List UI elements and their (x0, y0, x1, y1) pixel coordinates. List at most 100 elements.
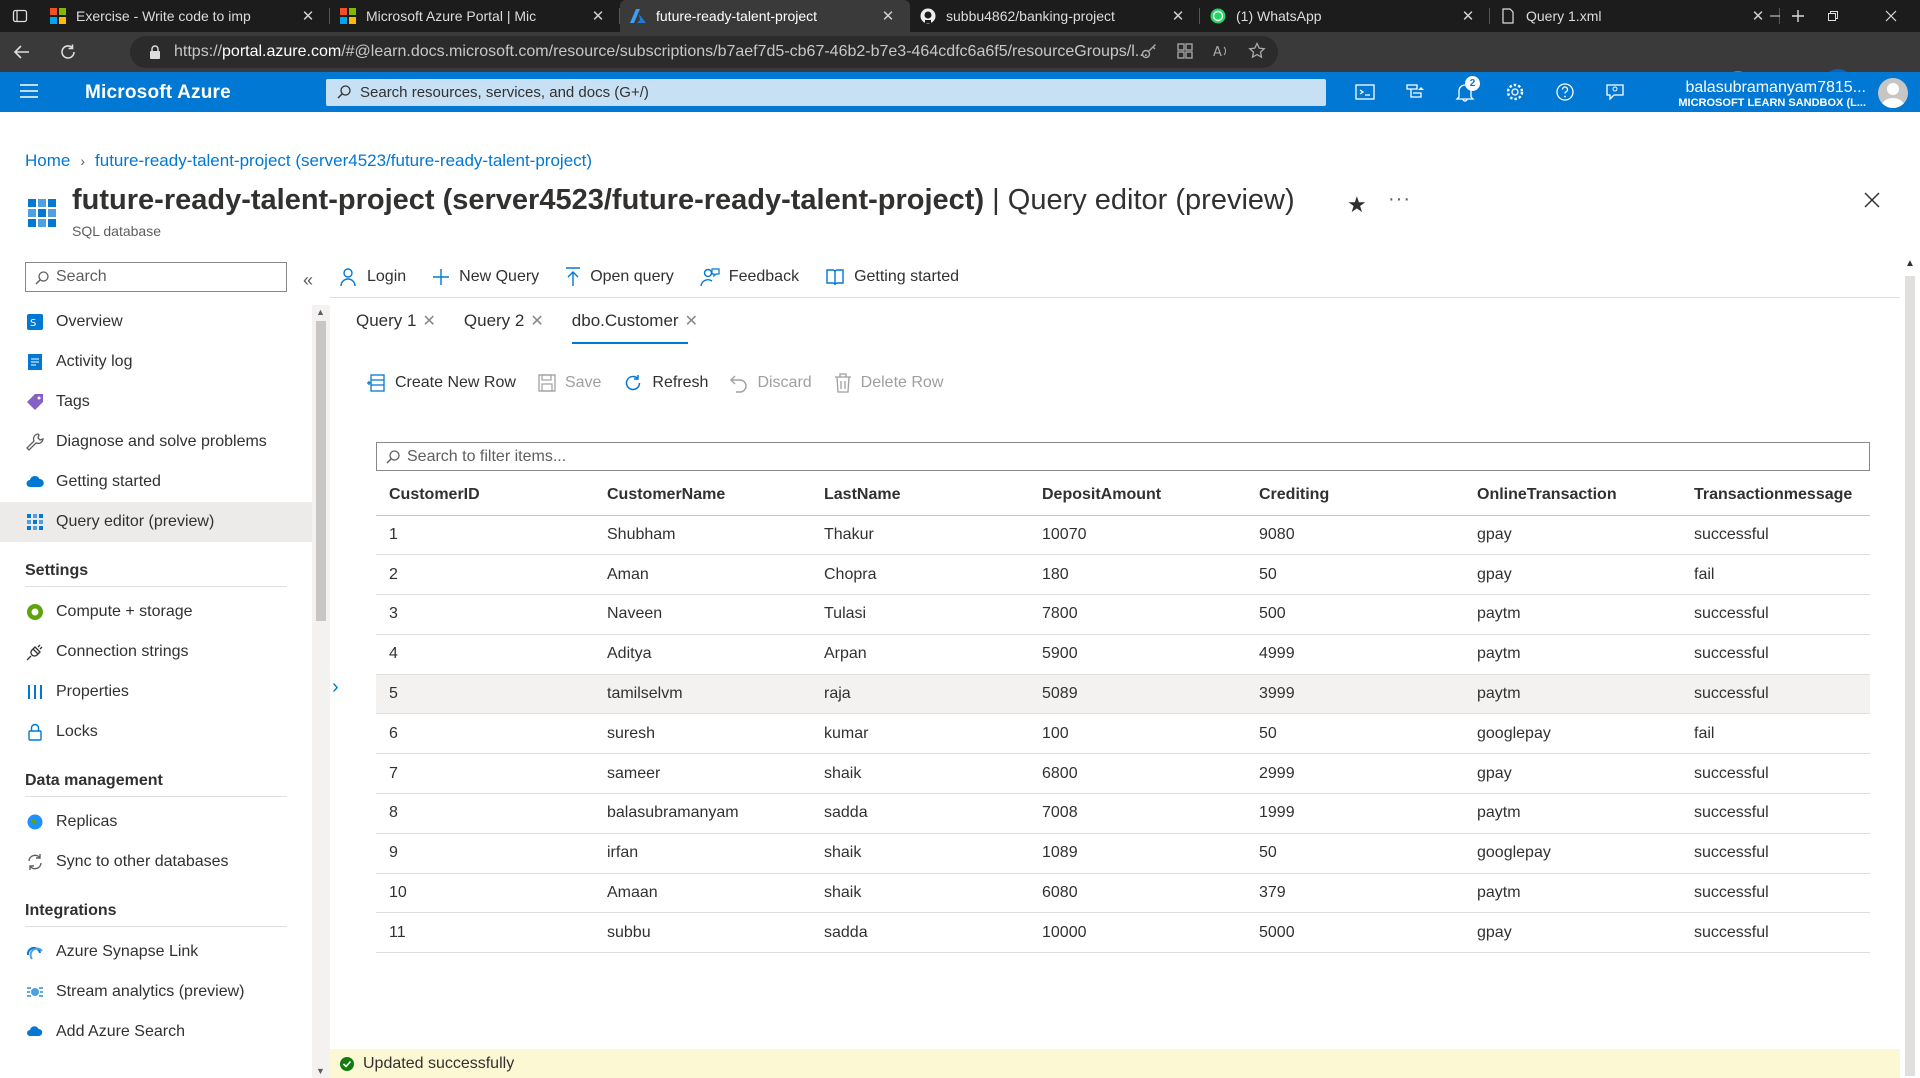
table-cell[interactable]: 5000 (1246, 912, 1464, 954)
table-cell[interactable]: 2999 (1246, 753, 1464, 795)
breadcrumb-home[interactable]: Home (25, 151, 70, 171)
close-tab-icon[interactable]: ✕ (878, 7, 898, 25)
close-tab-icon[interactable]: ✕ (422, 311, 435, 331)
table-cell[interactable]: successful (1681, 634, 1870, 675)
table-cell[interactable]: 7800 (1029, 594, 1246, 635)
table-cell[interactable]: 50 (1246, 713, 1464, 755)
table-cell[interactable]: sadda (811, 793, 1029, 834)
account-info[interactable]: balasubramanyam7815... MICROSOFT LEARN S… (1670, 79, 1866, 110)
table-cell[interactable]: Aditya (594, 634, 811, 675)
scroll-thumb[interactable] (316, 321, 326, 621)
table-cell[interactable]: 11 (376, 912, 594, 954)
close-tab-icon[interactable]: ✕ (588, 7, 608, 25)
table-cell[interactable]: 10 (376, 873, 594, 914)
table-cell[interactable]: shaik (811, 753, 1029, 795)
browser-tab[interactable]: future-ready-talent-project ✕ (620, 0, 910, 32)
table-row[interactable]: 2 Aman Chopra 180 50 gpay fail (376, 554, 1870, 596)
table-cell[interactable]: tamilselvm (594, 674, 811, 715)
read-aloud-icon[interactable]: A (1212, 42, 1230, 60)
sidebar-item-replicas[interactable]: Replicas (0, 802, 312, 842)
table-cell[interactable]: shaik (811, 833, 1029, 874)
breadcrumb-resource[interactable]: future-ready-talent-project (server4523/… (95, 151, 592, 171)
table-cell[interactable]: successful (1681, 753, 1870, 795)
close-tab-icon[interactable]: ✕ (685, 311, 698, 331)
tab-query-1[interactable]: Query 1 ✕ (356, 311, 436, 347)
browser-tab[interactable]: Query 1.xml ✕ (1490, 0, 1780, 32)
table-cell[interactable]: gpay (1464, 554, 1681, 596)
table-cell[interactable]: successful (1681, 674, 1870, 715)
settings-gear-icon[interactable] (1490, 72, 1540, 112)
global-search-input[interactable]: Search resources, services, and docs (G+… (326, 79, 1326, 106)
table-cell[interactable]: gpay (1464, 753, 1681, 795)
table-cell[interactable]: 9080 (1246, 515, 1464, 556)
sidebar-item-connection-strings[interactable]: Connection strings (0, 632, 312, 672)
notifications-icon[interactable]: 2 (1440, 72, 1490, 112)
table-cell[interactable]: 1 (376, 515, 594, 556)
table-cell[interactable]: 1999 (1246, 793, 1464, 834)
table-cell[interactable]: 8 (376, 793, 594, 834)
sidebar-item-locks[interactable]: Locks (0, 712, 312, 752)
table-cell[interactable]: Aman (594, 554, 811, 596)
table-cell[interactable]: googlepay (1464, 833, 1681, 874)
restore-button[interactable] (1804, 0, 1862, 32)
table-cell[interactable]: 2 (376, 554, 594, 596)
expand-object-explorer-icon[interactable]: › (332, 676, 339, 699)
collapse-menu-icon[interactable]: « (303, 270, 313, 291)
refresh-page-button[interactable] (46, 32, 90, 72)
table-cell[interactable]: 7008 (1029, 793, 1246, 834)
table-row[interactable]: 7 sameer shaik 6800 2999 gpay successful (376, 753, 1870, 795)
table-cell[interactable]: suresh (594, 713, 811, 755)
directory-filter-icon[interactable] (1390, 72, 1440, 112)
sidebar-item-getting-started[interactable]: Getting started (0, 462, 312, 502)
sidebar-item-overview[interactable]: S Overview (0, 302, 312, 342)
table-cell[interactable]: Thakur (811, 515, 1029, 556)
column-header[interactable]: OnlineTransaction (1464, 475, 1681, 516)
table-cell[interactable]: paytm (1464, 634, 1681, 675)
sidebar-item-diagnose-and-solve-problems[interactable]: Diagnose and solve problems (0, 422, 312, 462)
table-cell[interactable]: 4 (376, 634, 594, 675)
back-button[interactable] (0, 32, 44, 72)
scroll-up-icon[interactable]: ▲ (1905, 258, 1915, 269)
table-row[interactable]: 4 Aditya Arpan 5900 4999 paytm successful (376, 634, 1870, 675)
table-cell[interactable]: Chopra (811, 554, 1029, 596)
table-cell[interactable]: 50 (1246, 833, 1464, 874)
table-cell[interactable]: fail (1681, 554, 1870, 596)
table-cell[interactable]: 5900 (1029, 634, 1246, 675)
table-cell[interactable]: 10070 (1029, 515, 1246, 556)
tab-query-2[interactable]: Query 2 ✕ (464, 311, 544, 347)
column-header[interactable]: Crediting (1246, 475, 1464, 516)
scroll-track[interactable] (1905, 276, 1915, 1076)
column-header[interactable]: CustomerID (376, 475, 594, 516)
sidebar-item-activity-log[interactable]: Activity log (0, 342, 312, 382)
sidebar-item-sync-to-other-databases[interactable]: Sync to other databases (0, 842, 312, 882)
browser-tab[interactable]: subbu4862/banking-project ✕ (910, 0, 1200, 32)
favorite-add-icon[interactable] (1248, 42, 1266, 60)
table-cell[interactable]: paytm (1464, 674, 1681, 715)
table-cell[interactable]: 7 (376, 753, 594, 795)
table-cell[interactable]: paytm (1464, 793, 1681, 834)
feedback-icon[interactable] (1590, 72, 1640, 112)
avatar[interactable] (1878, 78, 1908, 108)
discard-button[interactable]: Discard (730, 373, 812, 393)
table-cell[interactable]: Amaan (594, 873, 811, 914)
table-cell[interactable]: 379 (1246, 873, 1464, 914)
create-new-row-button[interactable]: Create New Row (366, 373, 516, 393)
sidebar-item-properties[interactable]: Properties (0, 672, 312, 712)
minimize-button[interactable] (1746, 0, 1804, 32)
column-header[interactable]: Transactionmessage (1681, 475, 1870, 516)
menu-scrollbar[interactable]: ▲ ▼ (312, 305, 330, 1078)
sidebar-item-compute-storage[interactable]: Compute + storage (0, 592, 312, 632)
table-cell[interactable]: fail (1681, 713, 1870, 755)
table-cell[interactable]: 6800 (1029, 753, 1246, 795)
table-row[interactable]: 10 Amaan shaik 6080 379 paytm successful (376, 873, 1870, 914)
table-cell[interactable]: Arpan (811, 634, 1029, 675)
sidebar-item-stream-analytics-preview[interactable]: Stream analytics (preview) (0, 972, 312, 1012)
table-cell[interactable]: 5 (376, 674, 594, 715)
table-row[interactable]: 8 balasubramanyam sadda 7008 1999 paytm succes… (376, 793, 1870, 834)
table-cell[interactable]: 6 (376, 713, 594, 755)
column-header[interactable]: LastName (811, 475, 1029, 516)
table-cell[interactable]: shaik (811, 873, 1029, 914)
browser-tab[interactable]: Microsoft Azure Portal | Mic ✕ (330, 0, 620, 32)
table-cell[interactable]: 5089 (1029, 674, 1246, 715)
table-cell[interactable]: 100 (1029, 713, 1246, 755)
